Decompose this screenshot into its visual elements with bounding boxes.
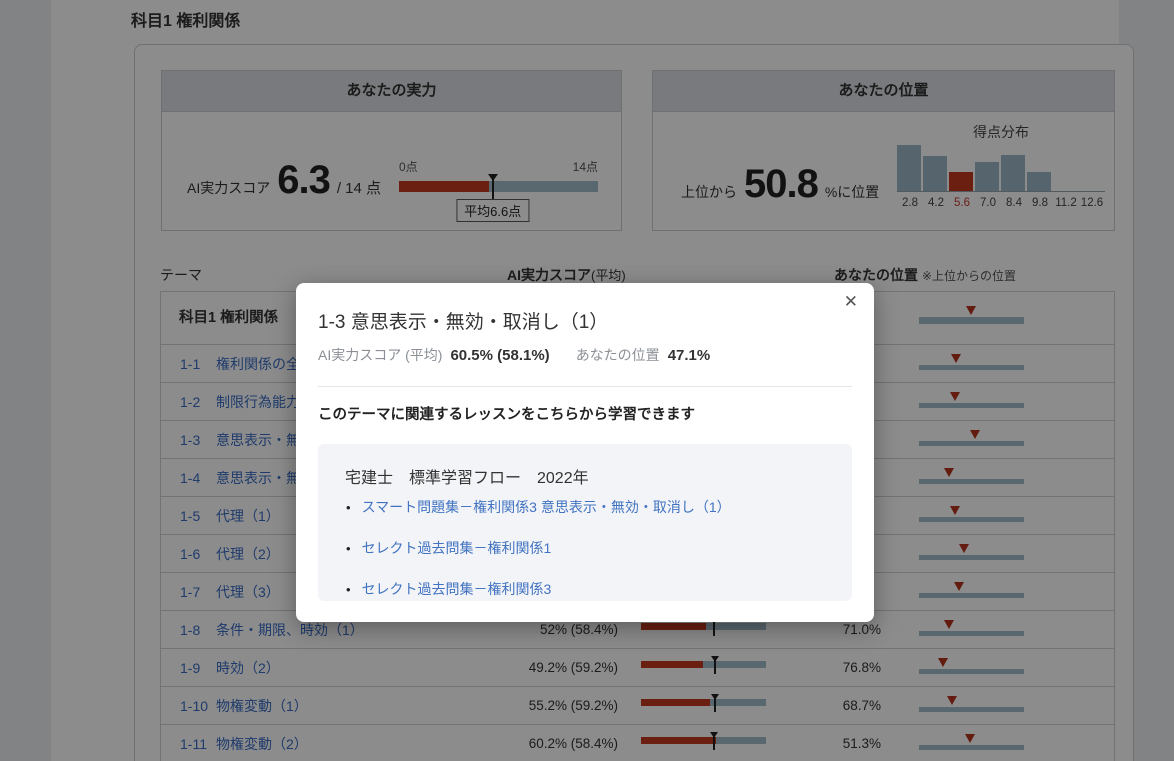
modal-title: 1-3 意思表示・無効・取消し（1） [318,307,608,334]
lesson-link[interactable]: スマート問題集－権利関係3 意思表示・無効・取消し（1） [362,497,731,517]
page: 科目1 権利関係 あなたの実力 AI実力スコア 6.3 / 14 点 0点 14… [0,0,1174,761]
modal-position-value: 47.1% [668,347,711,364]
modal-position-label: あなたの位置 [576,345,660,365]
modal-score-value: 60.5% (58.1%) [450,347,549,364]
course-title: 宅建士 標準学習フロー 2022年 [345,464,589,488]
lesson-item: • セレクト過去問集－権利関係1 [346,538,731,558]
modal-divider [318,386,852,387]
bullet-icon: • [346,582,351,597]
lesson-list: • スマート問題集－権利関係3 意思表示・無効・取消し（1） • セレクト過去問集－権… [346,497,731,620]
modal-lead-text: このテーマに関連するレッスンをこちらから学習できます [318,403,695,424]
modal-score-label: AI実力スコア (平均) [318,345,442,365]
bullet-icon: • [346,541,351,556]
lesson-item: • セレクト過去問集－権利関係3 [346,579,731,599]
modal-stats: AI実力スコア (平均) 60.5% (58.1%) あなたの位置 47.1% [318,345,710,365]
close-icon[interactable]: ✕ [841,290,861,313]
lesson-link[interactable]: セレクト過去問集－権利関係3 [362,579,552,599]
lesson-box: 宅建士 標準学習フロー 2022年 • スマート問題集－権利関係3 意思表示・無効… [318,444,852,601]
theme-detail-modal: ✕ 1-3 意思表示・無効・取消し（1） AI実力スコア (平均) 60.5% … [296,283,874,622]
bullet-icon: • [346,500,351,515]
lesson-item: • スマート問題集－権利関係3 意思表示・無効・取消し（1） [346,497,731,517]
lesson-link[interactable]: セレクト過去問集－権利関係1 [362,538,552,558]
